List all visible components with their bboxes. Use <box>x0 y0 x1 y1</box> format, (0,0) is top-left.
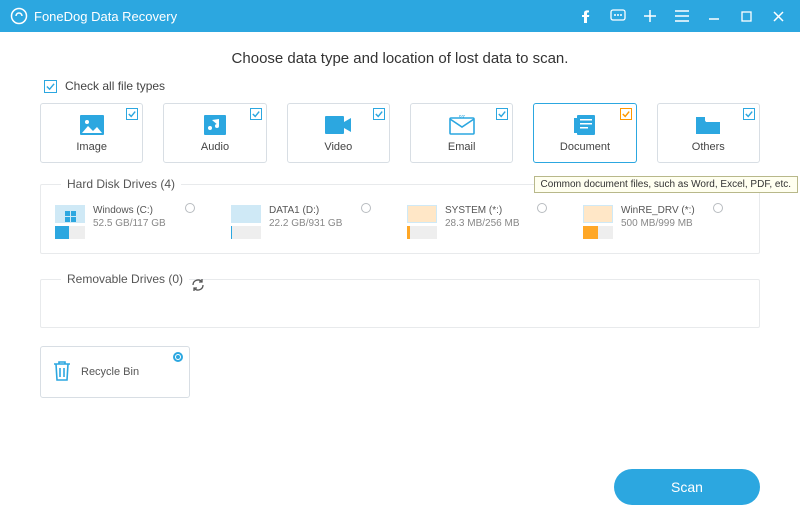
drive-icon <box>583 205 613 239</box>
titlebar: FoneDog Data Recovery <box>0 0 800 32</box>
folder-icon <box>694 113 722 137</box>
type-email-checkbox[interactable] <box>496 108 508 120</box>
drive-item[interactable]: WinRE_DRV (*:) 500 MB/999 MB <box>583 203 733 239</box>
type-audio-checkbox[interactable] <box>250 108 262 120</box>
drive-name: WinRE_DRV (*:) <box>621 205 695 216</box>
svg-text:@: @ <box>458 115 465 119</box>
drive-name: SYSTEM (*:) <box>445 205 519 216</box>
type-image-checkbox[interactable] <box>126 108 138 120</box>
drive-icon <box>231 205 261 239</box>
drive-item[interactable]: Windows (C:) 52.5 GB/117 GB <box>55 203 205 239</box>
type-email[interactable]: @ Email <box>410 103 513 163</box>
drive-icon <box>55 205 85 239</box>
feedback-icon[interactable] <box>606 4 630 28</box>
type-video[interactable]: Video <box>287 103 390 163</box>
plus-icon[interactable] <box>638 4 662 28</box>
brand: FoneDog Data Recovery <box>10 7 177 25</box>
check-all-checkbox[interactable] <box>44 80 57 93</box>
facebook-icon[interactable] <box>574 4 598 28</box>
recycle-row: Recycle Bin <box>40 346 760 398</box>
check-all-row[interactable]: Check all file types <box>40 79 760 93</box>
document-icon <box>571 113 599 137</box>
removable-section: Removable Drives (0) <box>40 272 760 328</box>
type-video-checkbox[interactable] <box>373 108 385 120</box>
trash-icon <box>51 358 73 387</box>
main-content: Choose data type and location of lost da… <box>0 32 800 398</box>
maximize-icon[interactable] <box>734 4 758 28</box>
drive-icon <box>407 205 437 239</box>
drive-name: Windows (C:) <box>93 205 166 216</box>
drive-radio[interactable] <box>713 203 723 213</box>
drive-item[interactable]: SYSTEM (*:) 28.3 MB/256 MB <box>407 203 557 239</box>
type-email-label: Email <box>448 141 476 153</box>
drive-size: 28.3 MB/256 MB <box>445 218 519 229</box>
image-icon <box>78 113 106 137</box>
menu-icon[interactable] <box>670 4 694 28</box>
app-title: FoneDog Data Recovery <box>34 9 177 24</box>
type-document[interactable]: Document <box>533 103 636 163</box>
recycle-label: Recycle Bin <box>81 366 139 378</box>
close-icon[interactable] <box>766 4 790 28</box>
drive-size: 500 MB/999 MB <box>621 218 695 229</box>
type-others-label: Others <box>692 141 725 153</box>
check-all-label: Check all file types <box>65 79 165 93</box>
refresh-icon[interactable] <box>191 278 205 295</box>
app-logo-icon <box>10 7 28 25</box>
type-image[interactable]: Image <box>40 103 143 163</box>
type-document-label: Document <box>560 141 610 153</box>
recycle-bin-item[interactable]: Recycle Bin <box>40 346 190 398</box>
drive-radio[interactable] <box>537 203 547 213</box>
minimize-icon[interactable] <box>702 4 726 28</box>
drive-size: 52.5 GB/117 GB <box>93 218 166 229</box>
type-others[interactable]: Others <box>657 103 760 163</box>
type-audio[interactable]: Audio <box>163 103 266 163</box>
removable-legend: Removable Drives (0) <box>61 272 189 286</box>
email-icon: @ <box>448 113 476 137</box>
hdd-list: Windows (C:) 52.5 GB/117 GB DATA1 (D:) 22.… <box>55 203 745 239</box>
hdd-legend: Hard Disk Drives (4) <box>61 177 181 191</box>
page-headline: Choose data type and location of lost da… <box>40 50 760 67</box>
drive-name: DATA1 (D:) <box>269 205 342 216</box>
window-controls <box>574 4 790 28</box>
document-tooltip: Common document files, such as Word, Exc… <box>534 176 798 193</box>
video-icon <box>324 113 352 137</box>
type-document-checkbox[interactable] <box>620 108 632 120</box>
type-video-label: Video <box>324 141 352 153</box>
drive-size: 22.2 GB/931 GB <box>269 218 342 229</box>
type-image-label: Image <box>76 141 107 153</box>
drive-radio[interactable] <box>185 203 195 213</box>
drive-radio[interactable] <box>361 203 371 213</box>
drive-item[interactable]: DATA1 (D:) 22.2 GB/931 GB <box>231 203 381 239</box>
type-others-checkbox[interactable] <box>743 108 755 120</box>
recycle-radio[interactable] <box>173 352 183 362</box>
audio-icon <box>201 113 229 137</box>
file-type-grid: Image Audio Video @ Email Document Other… <box>40 103 760 163</box>
scan-button[interactable]: Scan <box>614 469 760 505</box>
type-audio-label: Audio <box>201 141 229 153</box>
